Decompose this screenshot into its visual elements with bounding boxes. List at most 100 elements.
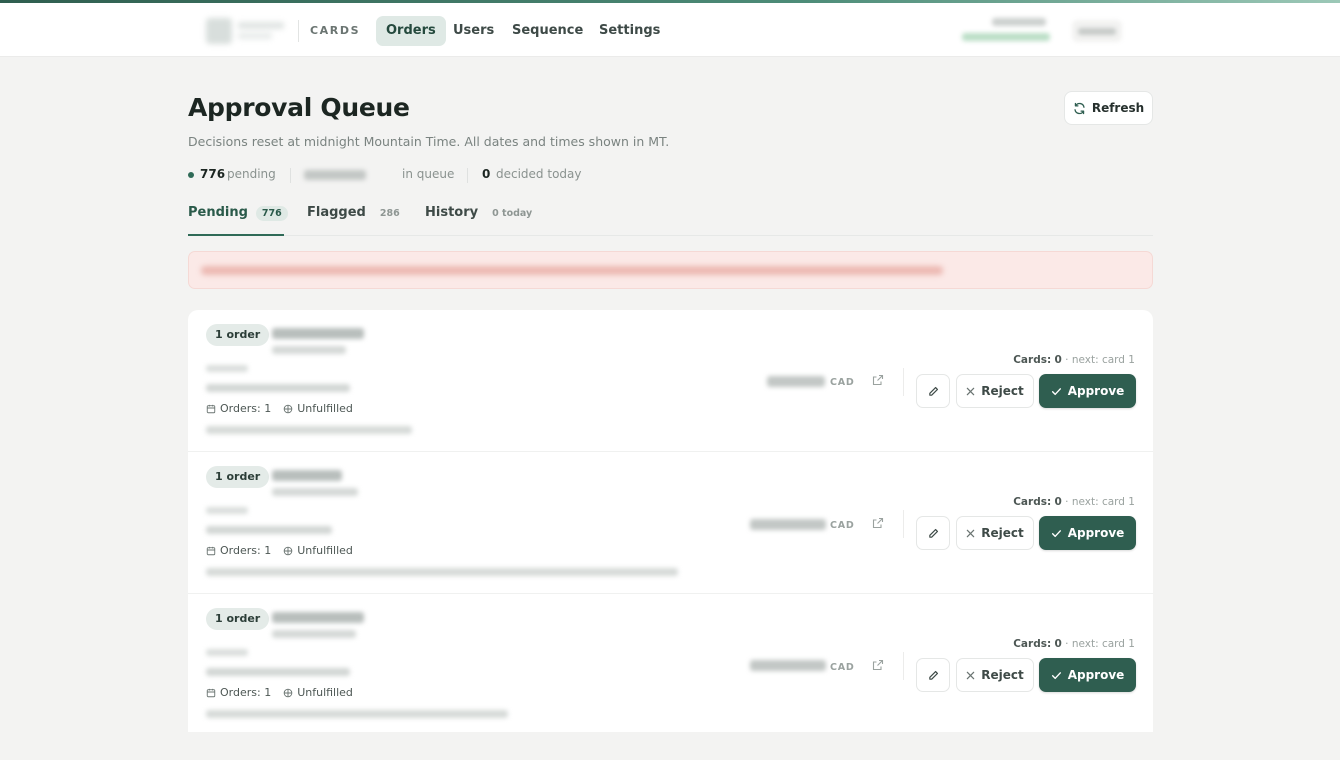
customer-name-redacted <box>272 328 364 339</box>
logout-label-redacted <box>1078 28 1116 35</box>
edit-button[interactable] <box>916 374 950 408</box>
tab-count-badge: 286 <box>379 208 400 219</box>
page-title: Approval Queue <box>188 93 410 122</box>
tab-label: Pending <box>188 205 248 220</box>
cards-count: 0 <box>1054 496 1062 508</box>
logo-mark <box>206 18 232 44</box>
cards-label: Cards: <box>1013 354 1052 366</box>
customer-fields-redacted <box>206 526 332 534</box>
tab-label: Flagged <box>307 205 366 220</box>
address-redacted <box>206 426 412 434</box>
order-id-redacted <box>206 365 248 372</box>
orders-count: Orders: 1 <box>220 686 272 699</box>
fulfillment-status: Unfulfilled <box>297 686 353 699</box>
customer-fields-redacted <box>206 384 350 392</box>
currency-label: CAD <box>830 377 855 388</box>
logout-button-blurred[interactable] <box>1072 20 1122 42</box>
warning-text-redacted <box>201 266 943 275</box>
close-icon <box>966 387 975 395</box>
pending-count: 776 <box>200 167 226 181</box>
approve-button[interactable]: Approve <box>1039 374 1136 408</box>
reject-label: Reject <box>981 668 1024 682</box>
order-row[interactable]: 1 order Orders: 1 Unfulfilled CAD Cards:… <box>188 452 1153 594</box>
logo-text-line <box>238 22 284 29</box>
refresh-label: Refresh <box>1091 101 1145 115</box>
reject-label: Reject <box>981 384 1024 398</box>
order-id-redacted <box>206 507 248 514</box>
nav-item-orders[interactable]: Orders <box>376 16 446 46</box>
order-amount-redacted <box>750 660 826 671</box>
approve-button[interactable]: Approve <box>1039 516 1136 550</box>
order-count-badge: 1 order <box>206 466 270 488</box>
calendar-icon <box>206 546 216 555</box>
reject-button[interactable]: Reject <box>956 658 1034 692</box>
edit-button[interactable] <box>916 658 950 692</box>
customer-total-redacted <box>272 488 358 496</box>
external-link-icon[interactable] <box>872 659 884 671</box>
decided-label: decided today <box>496 167 582 181</box>
close-icon <box>966 671 975 679</box>
cards-next: · next: card 1 <box>1065 496 1135 508</box>
customer-name-redacted <box>272 612 364 623</box>
currency-label: CAD <box>830 520 855 531</box>
nav-item-users[interactable]: Users <box>443 16 504 46</box>
user-name-redacted <box>992 18 1046 26</box>
fulfillment-status: Unfulfilled <box>297 544 353 557</box>
pencil-icon <box>928 528 938 538</box>
order-count-badge: 1 order <box>206 608 270 630</box>
address-redacted <box>206 568 678 576</box>
fulfillment-status: Unfulfilled <box>297 402 353 415</box>
orders-count: Orders: 1 <box>220 402 272 415</box>
check-icon <box>1051 529 1061 537</box>
queue-tabs: Pending 776 Flagged 286 History 0 today <box>188 200 1153 236</box>
external-link-icon[interactable] <box>872 374 884 386</box>
orders-count: Orders: 1 <box>220 544 272 557</box>
edit-button[interactable] <box>916 516 950 550</box>
tab-flagged[interactable]: Flagged 286 <box>307 205 406 235</box>
package-icon <box>283 404 293 413</box>
user-role-redacted <box>962 33 1050 41</box>
customer-name-redacted <box>272 470 342 481</box>
order-meta: Orders: 1 Unfulfilled <box>206 686 353 699</box>
order-meta: Orders: 1 Unfulfilled <box>206 544 353 557</box>
approve-label: Approve <box>1067 668 1125 682</box>
tab-label: History <box>425 205 479 220</box>
approve-button[interactable]: Approve <box>1039 658 1136 692</box>
nav-item-settings[interactable]: Settings <box>589 16 670 46</box>
refresh-button[interactable]: Refresh <box>1064 91 1153 125</box>
check-icon <box>1051 387 1061 395</box>
cards-progress: Cards: 0 · next: card 1 <box>1013 354 1135 366</box>
order-meta: Orders: 1 Unfulfilled <box>206 402 353 415</box>
order-row[interactable]: 1 order Orders: 1 Unfulfilled CAD Cards:… <box>188 310 1153 452</box>
tab-history[interactable]: History 0 today <box>425 205 538 235</box>
top-navbar: CARDS Orders Users Sequence Settings <box>0 3 1340 57</box>
pencil-icon <box>928 670 938 680</box>
tab-count-badge: 776 <box>255 206 288 221</box>
cards-next: · next: card 1 <box>1065 638 1135 650</box>
stats-divider <box>290 168 291 183</box>
row-divider <box>903 368 904 396</box>
order-amount-redacted <box>750 519 826 530</box>
tab-count-badge: 0 today <box>492 208 533 219</box>
reject-button[interactable]: Reject <box>956 516 1034 550</box>
cards-label: Cards: <box>1013 496 1052 508</box>
stats-divider <box>467 168 468 183</box>
approve-label: Approve <box>1067 526 1125 540</box>
cards-label: Cards: <box>1013 638 1052 650</box>
order-row[interactable]: 1 order Orders: 1 Unfulfilled CAD Cards:… <box>188 594 1153 732</box>
decided-count: 0 <box>482 167 491 181</box>
customer-fields-redacted <box>206 668 350 676</box>
cards-progress: Cards: 0 · next: card 1 <box>1013 496 1135 508</box>
page-subtitle: Decisions reset at midnight Mountain Tim… <box>188 134 670 149</box>
tab-pending[interactable]: Pending 776 <box>188 205 288 236</box>
pencil-icon <box>928 386 938 396</box>
row-divider <box>903 652 904 680</box>
reject-button[interactable]: Reject <box>956 374 1034 408</box>
nav-item-sequence[interactable]: Sequence <box>502 16 593 46</box>
logo[interactable] <box>206 16 288 46</box>
approve-label: Approve <box>1067 384 1125 398</box>
pending-status-dot <box>188 172 194 178</box>
external-link-icon[interactable] <box>872 517 884 529</box>
user-info-blurred <box>958 16 1050 48</box>
nav-divider <box>298 20 299 42</box>
